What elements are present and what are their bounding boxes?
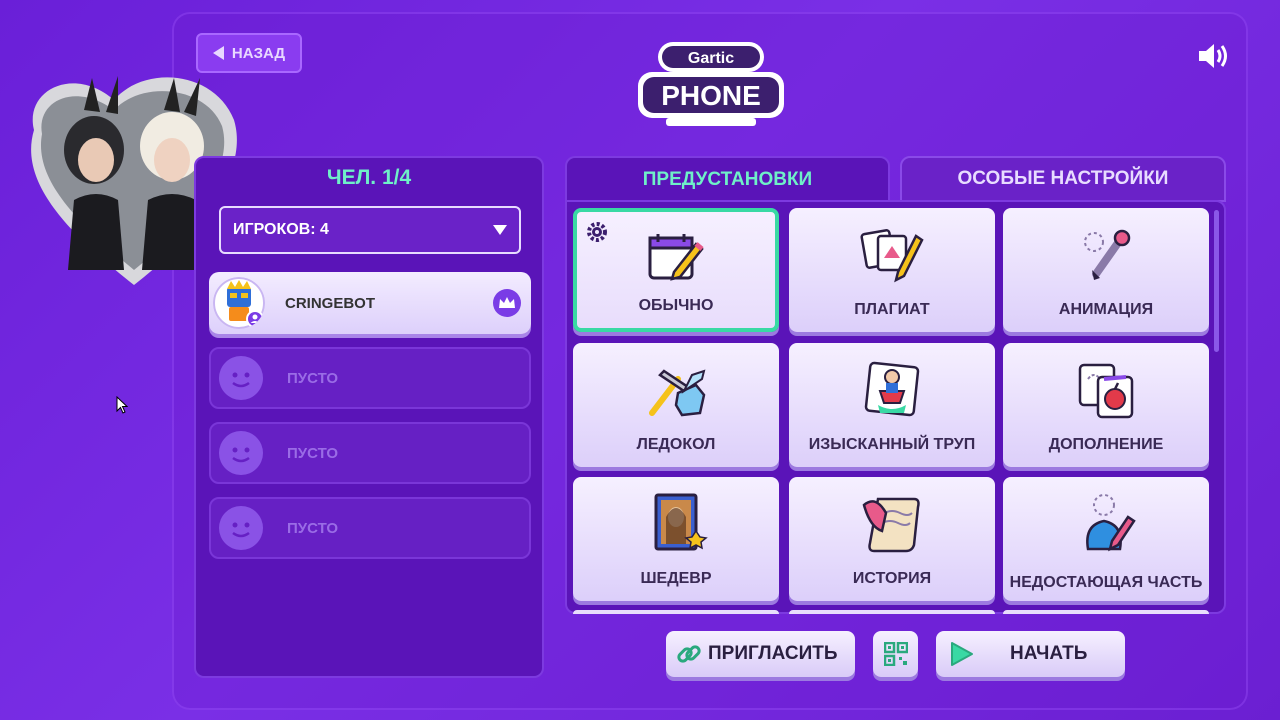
link-icon (677, 645, 701, 663)
animation-pen-icon (1084, 229, 1131, 280)
player-slot-host[interactable]: CRINGEBOT (209, 272, 531, 334)
missing-piece-icon (1086, 494, 1136, 552)
copy-cards-icon (860, 229, 924, 283)
player-count-select[interactable]: ИГРОКОВ: 4 (219, 206, 521, 254)
crown-icon (493, 289, 521, 317)
mode-label: ОБЫЧНО (638, 297, 714, 314)
mode-card-next-row (573, 610, 779, 614)
mode-label: ЛЕДОКОЛ (636, 436, 716, 453)
calendar-pencil-icon (648, 234, 704, 281)
chevron-down-icon (493, 225, 507, 235)
mode-card-next-row (1003, 610, 1209, 614)
superhero-card-icon (864, 361, 920, 417)
svg-text:Gartic: Gartic (688, 50, 734, 67)
mouse-cursor-icon (116, 396, 128, 414)
sound-icon[interactable] (1196, 40, 1230, 72)
empty-avatar-icon (219, 506, 263, 550)
mode-label: НЕДОСТАЮЩАЯ ЧАСТЬ (1009, 574, 1203, 591)
player-name: ПУСТО (287, 369, 339, 387)
mode-label: ШЕДЕВР (640, 570, 712, 587)
tab-presets[interactable]: ПРЕДУСТАНОВКИ (565, 156, 890, 202)
mode-card-missing-piece[interactable]: НЕДОСТАЮЩАЯ ЧАСТЬ (1003, 477, 1209, 601)
svg-text:PHONE: PHONE (661, 80, 761, 111)
empty-avatar-icon (219, 431, 263, 475)
invite-button[interactable]: ПРИГЛАСИТЬ (666, 631, 855, 677)
start-button-label: НАЧАТЬ (1010, 643, 1088, 664)
mode-label: АНИМАЦИЯ (1058, 301, 1154, 318)
empty-avatar-icon (219, 356, 263, 400)
tab-custom-settings[interactable]: ОСОБЫЕ НАСТРОЙКИ (900, 156, 1226, 202)
mode-card-plagiarism[interactable]: ПЛАГИАТ (789, 208, 995, 332)
mode-label: ИСТОРИЯ (852, 570, 932, 587)
apple-card-icon (1078, 363, 1134, 419)
mona-lisa-icon (654, 493, 708, 551)
scroll-quill-icon (862, 497, 920, 553)
mode-card-masterpiece[interactable]: ШЕДЕВР (573, 477, 779, 601)
invite-button-label: ПРИГЛАСИТЬ (708, 643, 838, 664)
mode-label: ПЛАГИАТ (854, 301, 930, 318)
player-name: CRINGEBOT (285, 294, 375, 312)
back-arrow-icon (212, 46, 224, 60)
player-count-value: ИГРОКОВ: 4 (233, 221, 329, 238)
scrollbar[interactable] (1214, 210, 1219, 352)
play-icon (951, 642, 973, 666)
player-slot-empty: ПУСТО (209, 422, 531, 484)
mode-label: ИЗЫСКАННЫЙ ТРУП (808, 436, 976, 453)
player-slot-empty: ПУСТО (209, 497, 531, 559)
start-button[interactable]: НАЧАТЬ (936, 631, 1125, 677)
player-name: ПУСТО (287, 444, 339, 462)
mode-card-normal[interactable]: ОБЫЧНО (573, 208, 779, 332)
mode-card-addition[interactable]: ДОПОЛНЕНИЕ (1003, 343, 1209, 467)
ice-pickaxe-icon (649, 369, 706, 417)
qr-code-button[interactable] (873, 631, 918, 677)
mode-card-exquisite-corpse[interactable]: ИЗЫСКАННЫЙ ТРУП (789, 343, 995, 467)
mode-card-next-row (789, 610, 995, 614)
mode-card-story[interactable]: ИСТОРИЯ (789, 477, 995, 601)
back-button[interactable]: НАЗАД (196, 33, 302, 73)
qr-code-icon (883, 642, 908, 666)
player-name: ПУСТО (287, 519, 339, 537)
mode-card-icebreaker[interactable]: ЛЕДОКОЛ (573, 343, 779, 467)
mode-label: ДОПОЛНЕНИЕ (1048, 436, 1164, 453)
gear-icon[interactable] (585, 220, 609, 244)
player-avatar (213, 277, 265, 329)
mode-card-animation[interactable]: АНИМАЦИЯ (1003, 208, 1209, 332)
back-button-label: НАЗАД (231, 44, 286, 62)
players-count-title: ЧЕЛ. 1/4 (326, 166, 412, 189)
player-slot-empty: ПУСТО (209, 347, 531, 409)
gartic-phone-logo: Gartic PHONE (638, 42, 784, 126)
